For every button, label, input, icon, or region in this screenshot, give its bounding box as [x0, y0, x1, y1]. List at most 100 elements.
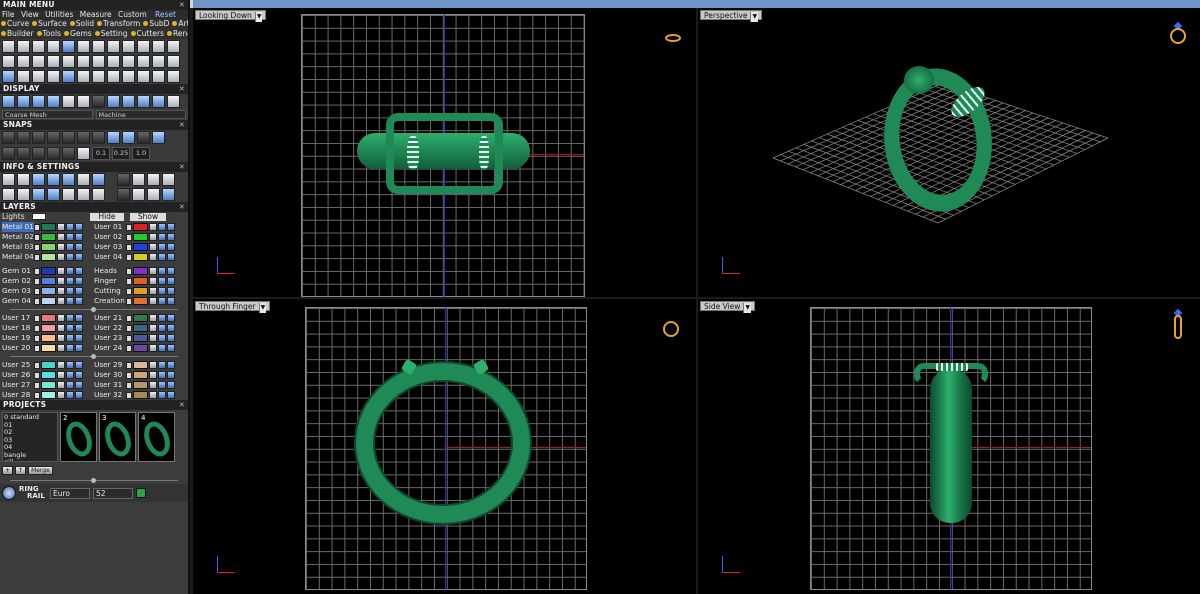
- layer-visibility-toggle[interactable]: [34, 314, 40, 322]
- viewport-tab-looking-down[interactable]: Looking Down ▼: [195, 10, 267, 22]
- project-thumbnail[interactable]: 2: [60, 412, 97, 462]
- layer-active-icon[interactable]: [75, 381, 83, 389]
- layer-visibility-toggle[interactable]: [126, 287, 132, 295]
- tool-icon[interactable]: [62, 55, 75, 68]
- tool-icon[interactable]: [117, 173, 130, 186]
- tool-icon[interactable]: [167, 55, 180, 68]
- layer-visibility-toggle[interactable]: [34, 253, 40, 261]
- layer-item[interactable]: User 20: [2, 343, 94, 353]
- layer-item[interactable]: User 23: [94, 333, 186, 343]
- tool-icon[interactable]: [47, 70, 60, 83]
- tool-icon[interactable]: [77, 55, 90, 68]
- dropdown-arrow-icon[interactable]: ▼: [258, 303, 267, 313]
- snap-icon[interactable]: [122, 131, 135, 144]
- layer-lock-icon[interactable]: [149, 287, 157, 295]
- tool-icon[interactable]: [147, 173, 160, 186]
- lights-swatch[interactable]: [32, 213, 46, 220]
- layer-lock-icon[interactable]: [149, 243, 157, 251]
- layer-active-icon[interactable]: [75, 361, 83, 369]
- layer-item[interactable]: User 01: [94, 222, 186, 232]
- layer-lock-icon[interactable]: [57, 297, 65, 305]
- layer-lock-icon[interactable]: [57, 243, 65, 251]
- layer-item[interactable]: User 19: [2, 333, 94, 343]
- tool-icon[interactable]: [77, 40, 90, 53]
- layer-active-icon[interactable]: [75, 297, 83, 305]
- layer-select-icon[interactable]: [66, 297, 74, 305]
- layer-select-icon[interactable]: [158, 223, 166, 231]
- display-icon[interactable]: [47, 95, 60, 108]
- layer-lock-icon[interactable]: [149, 381, 157, 389]
- layer-lock-icon[interactable]: [149, 233, 157, 241]
- layer-color-swatch[interactable]: [41, 371, 56, 379]
- tool-icon[interactable]: [137, 40, 150, 53]
- tool-icon[interactable]: [122, 70, 135, 83]
- display-icon[interactable]: [32, 95, 45, 108]
- layer-item[interactable]: User 24: [94, 343, 186, 353]
- layer-active-icon[interactable]: [167, 223, 175, 231]
- layer-lock-icon[interactable]: [57, 391, 65, 399]
- layer-lock-icon[interactable]: [149, 344, 157, 352]
- category-art[interactable]: Art: [172, 19, 188, 28]
- curve-icon[interactable]: [17, 70, 30, 83]
- layer-active-icon[interactable]: [75, 277, 83, 285]
- layer-active-icon[interactable]: [167, 287, 175, 295]
- layer-color-swatch[interactable]: [41, 391, 56, 399]
- display-icon[interactable]: [77, 95, 90, 108]
- collapse-icon[interactable]: ✕: [179, 120, 185, 130]
- snap-icon[interactable]: [62, 131, 75, 144]
- layer-active-icon[interactable]: [167, 277, 175, 285]
- tool-icon[interactable]: [32, 188, 45, 201]
- tool-icon[interactable]: [152, 70, 165, 83]
- tool-icon[interactable]: [122, 40, 135, 53]
- layer-visibility-toggle[interactable]: [126, 381, 132, 389]
- collapse-icon[interactable]: ✕: [179, 400, 185, 410]
- tool-icon[interactable]: [152, 55, 165, 68]
- tool-icon[interactable]: [2, 55, 15, 68]
- layer-color-swatch[interactable]: [41, 324, 56, 332]
- layer-select-icon[interactable]: [158, 344, 166, 352]
- layer-visibility-toggle[interactable]: [34, 233, 40, 241]
- layer-visibility-toggle[interactable]: [34, 381, 40, 389]
- snap-icon[interactable]: [32, 131, 45, 144]
- layer-color-swatch[interactable]: [133, 267, 148, 275]
- layer-item[interactable]: User 18: [2, 323, 94, 333]
- layer-visibility-toggle[interactable]: [34, 361, 40, 369]
- layer-select-icon[interactable]: [158, 267, 166, 275]
- layer-active-icon[interactable]: [75, 233, 83, 241]
- dropdown-arrow-icon[interactable]: ▼: [743, 303, 752, 313]
- layer-lock-icon[interactable]: [149, 314, 157, 322]
- info-settings-header[interactable]: INFO & SETTINGS ✕: [0, 162, 188, 172]
- display-icon[interactable]: [17, 95, 30, 108]
- snap-icon[interactable]: [17, 147, 30, 160]
- category-render[interactable]: Render: [167, 29, 188, 38]
- layer-color-swatch[interactable]: [41, 297, 56, 305]
- display-icon[interactable]: [92, 95, 105, 108]
- viewport-tab-through-finger[interactable]: Through Finger ▼: [195, 301, 271, 313]
- tool-icon[interactable]: [2, 188, 15, 201]
- layer-item[interactable]: User 04: [94, 252, 186, 262]
- layer-visibility-toggle[interactable]: [126, 277, 132, 285]
- layer-select-icon[interactable]: [66, 361, 74, 369]
- menu-file[interactable]: File: [2, 10, 15, 19]
- layer-color-swatch[interactable]: [133, 297, 148, 305]
- layer-item[interactable]: User 28: [2, 390, 94, 400]
- layer-item[interactable]: User 26: [2, 370, 94, 380]
- tool-icon[interactable]: [77, 188, 90, 201]
- snap-value-1[interactable]: 0.1: [92, 147, 110, 160]
- tool-icon[interactable]: [92, 188, 105, 201]
- dropdown-arrow-icon[interactable]: ▼: [254, 12, 263, 22]
- layer-lock-icon[interactable]: [149, 391, 157, 399]
- layer-visibility-toggle[interactable]: [126, 371, 132, 379]
- layer-active-icon[interactable]: [167, 243, 175, 251]
- layer-visibility-toggle[interactable]: [126, 223, 132, 231]
- layer-item[interactable]: Finger: [94, 276, 186, 286]
- tool-icon[interactable]: [32, 70, 45, 83]
- layer-lock-icon[interactable]: [57, 233, 65, 241]
- layer-select-icon[interactable]: [158, 334, 166, 342]
- layer-select-icon[interactable]: [66, 277, 74, 285]
- layer-active-icon[interactable]: [75, 287, 83, 295]
- tool-icon[interactable]: [92, 173, 105, 186]
- layer-item[interactable]: User 30: [94, 370, 186, 380]
- layer-select-icon[interactable]: [66, 287, 74, 295]
- menu-view[interactable]: View: [21, 10, 39, 19]
